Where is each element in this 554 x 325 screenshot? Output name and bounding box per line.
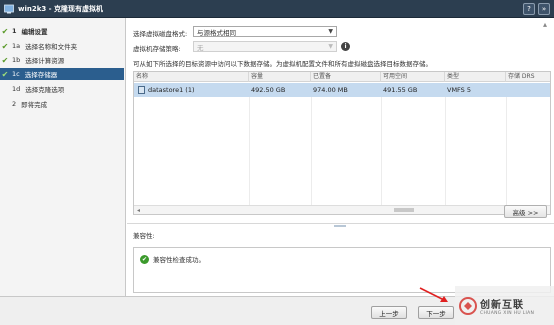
column-divider bbox=[249, 97, 250, 205]
info-icon[interactable]: i bbox=[341, 42, 350, 51]
step-label: 选择克隆选项 bbox=[25, 86, 65, 94]
cell-name: datastore1 (1) bbox=[136, 83, 195, 97]
step-number: 1a bbox=[12, 42, 21, 50]
chevron-down-icon: ▼ bbox=[328, 28, 333, 35]
window-title: win2k3 - 克隆现有虚拟机 bbox=[18, 4, 104, 13]
column-divider bbox=[311, 97, 312, 205]
step-name-folder[interactable]: ✔ 1a 选择名称和文件夹 bbox=[0, 40, 124, 52]
watermark-text: 创新互联 CHUANG XIN HU LIAN bbox=[480, 296, 534, 316]
column-divider bbox=[506, 97, 507, 205]
next-button[interactable]: 下一步 bbox=[418, 306, 454, 319]
annotation-arrow-icon bbox=[419, 287, 448, 302]
check-icon: ✔ bbox=[1, 26, 9, 36]
step-number: 1d bbox=[12, 85, 21, 93]
table-row[interactable]: datastore1 (1) 492.50 GB 974.00 MB 491.5… bbox=[134, 83, 550, 97]
cell-capacity: 492.50 GB bbox=[251, 86, 286, 94]
scroll-up-icon[interactable]: ▴ bbox=[543, 20, 552, 32]
horizontal-scrollbar[interactable]: ◂ ▸ bbox=[134, 205, 550, 214]
advanced-button[interactable]: 高级 >> bbox=[504, 205, 547, 218]
step-number: 2 bbox=[12, 100, 17, 108]
step-label: 选择名称和文件夹 bbox=[25, 43, 78, 51]
step-edit-settings[interactable]: ✔ 1 编辑设置 bbox=[0, 25, 124, 37]
storage-panel: ▴ 选择虚拟磁盘格式: 与源格式相同 ▼ 虚拟机存储策略: 无 ▼ i 可从如下… bbox=[127, 18, 554, 296]
compatibility-title: 兼容性: bbox=[133, 232, 155, 240]
step-ready-to-complete[interactable]: 2 即将完成 bbox=[0, 98, 124, 110]
title-bar: win2k3 - 克隆现有虚拟机 ? » bbox=[0, 0, 554, 18]
step-label: 编辑设置 bbox=[21, 28, 48, 36]
wizard-steps: ✔ 1 编辑设置 ✔ 1a 选择名称和文件夹 ✔ 1b 选择计算资源 ✔ 1c … bbox=[0, 18, 126, 296]
watermark: 创新互联 CHUANG XIN HU LIAN bbox=[455, 286, 554, 325]
panel-splitter[interactable] bbox=[127, 223, 554, 228]
step-number: 1b bbox=[12, 56, 21, 64]
disk-format-select[interactable]: 与源格式相同 ▼ bbox=[193, 26, 337, 37]
column-header-capacity[interactable]: 容量 bbox=[249, 72, 311, 82]
step-label: 即将完成 bbox=[21, 101, 48, 109]
column-divider bbox=[381, 97, 382, 205]
cell-type: VMFS 5 bbox=[447, 86, 472, 94]
step-number: 1c bbox=[12, 70, 20, 78]
success-check-icon: ✔ bbox=[140, 254, 149, 264]
scroll-left-icon[interactable]: ◂ bbox=[137, 206, 140, 215]
chevron-down-icon: ▼ bbox=[328, 43, 333, 50]
storage-policy-value: 无 bbox=[197, 43, 204, 52]
column-header-type[interactable]: 类型 bbox=[445, 72, 506, 82]
cell-free-space: 491.55 GB bbox=[383, 86, 418, 94]
back-button[interactable]: 上一步 bbox=[371, 306, 407, 319]
help-button[interactable]: ? bbox=[523, 3, 535, 15]
maximize-button[interactable]: » bbox=[538, 3, 550, 15]
compatibility-message: ✔ 兼容性检查成功。 bbox=[140, 254, 205, 264]
step-compute-resource[interactable]: ✔ 1b 选择计算资源 bbox=[0, 54, 124, 66]
cell-storage-drs bbox=[506, 83, 508, 97]
vm-icon bbox=[4, 4, 14, 13]
column-header-provisioned[interactable]: 已置备 bbox=[311, 72, 381, 82]
storage-policy-label: 虚拟机存储策略: bbox=[133, 45, 181, 53]
step-storage[interactable]: ✔ 1c 选择存储器 bbox=[0, 68, 124, 80]
disk-format-value: 与源格式相同 bbox=[197, 28, 236, 37]
disk-format-label: 选择虚拟磁盘格式: bbox=[133, 30, 188, 38]
datastore-table: 名称 容量 已置备 可用空间 类型 存储 DRS datastore1 (1) … bbox=[133, 71, 551, 215]
watermark-cn: 创新互联 bbox=[480, 299, 524, 311]
step-label: 选择计算资源 bbox=[25, 57, 65, 65]
step-clone-options[interactable]: 1d 选择克隆选项 bbox=[0, 83, 124, 95]
scrollbar-thumb[interactable] bbox=[394, 208, 414, 212]
watermark-en: CHUANG XIN HU LIAN bbox=[480, 310, 535, 316]
step-label: 选择存储器 bbox=[24, 71, 58, 79]
description-text: 可从如下所选择的目标资源中访问以下数据存储。为虚拟机配置文件和所有虚拟磁盘选择目… bbox=[133, 60, 432, 68]
compatibility-text: 兼容性检查成功。 bbox=[153, 256, 205, 264]
storage-policy-select[interactable]: 无 ▼ bbox=[193, 41, 337, 52]
column-header-free-space[interactable]: 可用空间 bbox=[381, 72, 445, 82]
cell-provisioned: 974.00 MB bbox=[313, 86, 348, 94]
check-icon: ✔ bbox=[1, 55, 9, 65]
step-number: 1 bbox=[12, 27, 17, 35]
splitter-grip[interactable] bbox=[334, 225, 346, 227]
column-divider bbox=[445, 97, 446, 205]
check-icon: ✔ bbox=[1, 69, 9, 79]
table-header: 名称 容量 已置备 可用空间 类型 存储 DRS bbox=[134, 72, 550, 82]
column-header-storage-drs[interactable]: 存储 DRS bbox=[506, 72, 550, 82]
column-header-name[interactable]: 名称 bbox=[134, 72, 249, 82]
check-icon: ✔ bbox=[1, 41, 9, 51]
brand-logo-icon bbox=[459, 296, 477, 315]
datastore-name: datastore1 (1) bbox=[148, 86, 195, 94]
datastore-icon bbox=[138, 86, 145, 94]
